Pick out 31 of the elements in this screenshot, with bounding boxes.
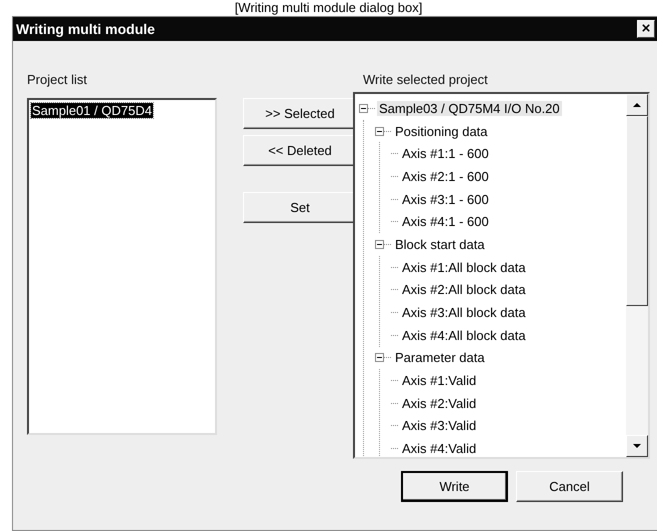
collapse-icon[interactable] — [359, 104, 368, 113]
tree-item[interactable]: Positioning data — [393, 124, 490, 139]
tree-item[interactable]: Axis #1:Valid — [400, 373, 478, 388]
down-arrow-icon[interactable] — [633, 444, 641, 448]
tree-item[interactable]: Axis #3:All block data — [400, 305, 528, 320]
tree-item[interactable]: Axis #1:1 - 600 — [400, 146, 491, 162]
collapse-icon[interactable] — [375, 240, 384, 249]
tree-item[interactable]: Axis #1:All block data — [400, 260, 528, 275]
list-item[interactable]: Sample01 / QD75D4 — [31, 103, 153, 118]
dialog-button[interactable]: Cancel — [516, 471, 623, 502]
tree-item[interactable]: Axis #2:All block data — [400, 282, 528, 298]
tree-label: Write selected project — [363, 72, 488, 89]
list-label: Project list — [27, 72, 87, 89]
tree-item[interactable]: Sample03 / QD75M4 I/O No.20 — [377, 100, 562, 116]
caption: [Writing multi module dialog box] — [234, 0, 424, 16]
scrollbar[interactable] — [626, 94, 648, 457]
window-title: Writing multi module — [16, 21, 155, 37]
close-button[interactable]: × — [637, 20, 655, 38]
up-arrow-icon[interactable] — [633, 103, 641, 107]
tree-item[interactable]: Axis #3:Valid — [400, 418, 478, 434]
tree-item[interactable]: Axis #4:Valid — [400, 441, 478, 456]
collapse-icon[interactable] — [375, 126, 384, 136]
tree-item[interactable]: Axis #4:1 - 600 — [400, 214, 491, 230]
collapse-icon[interactable] — [375, 353, 384, 362]
tree-item[interactable]: Block start data — [393, 236, 487, 252]
dialog-button[interactable]: Write — [401, 471, 508, 502]
tree-item[interactable]: Axis #4:All block data — [400, 328, 528, 343]
tree-item[interactable]: Axis #2:1 - 600 — [400, 168, 491, 184]
tree-item[interactable]: Parameter data — [393, 350, 487, 366]
tree-item[interactable]: Axis #2:Valid — [400, 396, 478, 411]
tree-item[interactable]: Axis #3:1 - 600 — [400, 192, 491, 207]
